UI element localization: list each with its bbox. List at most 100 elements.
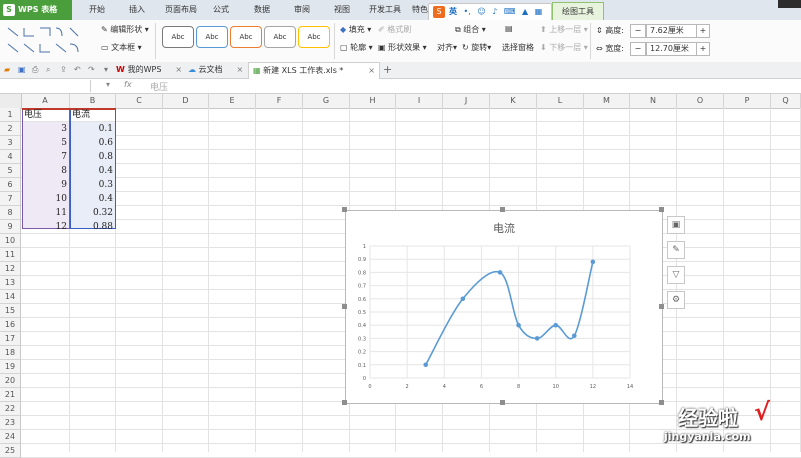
edit-shape-button[interactable]: ✎ 编辑形状 ▾	[101, 24, 149, 35]
tab-active-workbook[interactable]: ▦ 新建 XLS 工作表.xls * ×	[248, 62, 380, 79]
resize-handle[interactable]	[342, 304, 347, 309]
data-point[interactable]	[423, 362, 429, 368]
row-header-2[interactable]: 2	[0, 122, 21, 136]
resize-handle[interactable]	[659, 207, 664, 212]
resize-handle[interactable]	[659, 304, 664, 309]
undo-icon[interactable]: ↶	[74, 62, 81, 78]
column-header-l[interactable]: L	[537, 94, 584, 108]
shape-style-1[interactable]: Abc	[162, 26, 194, 48]
cell-b2[interactable]: 0.1	[70, 122, 113, 136]
data-point[interactable]	[571, 333, 577, 339]
tab-cloud-docs[interactable]: ☁ 云文档 ×	[188, 62, 243, 78]
close-icon[interactable]: ×	[175, 65, 182, 74]
redo-icon[interactable]: ↷	[88, 62, 95, 78]
column-header-k[interactable]: K	[490, 94, 537, 108]
row-header-5[interactable]: 5	[0, 164, 21, 178]
quick-access-dropdown-icon[interactable]: ▾	[104, 62, 108, 78]
row-header-10[interactable]: 10	[0, 234, 21, 248]
chart-settings-icon[interactable]: ⚙	[667, 291, 685, 309]
column-header-q[interactable]: Q	[771, 94, 801, 108]
outline-button[interactable]: ▢ 轮廓 ▾	[340, 42, 373, 53]
row-header-23[interactable]: 23	[0, 416, 21, 430]
series-line[interactable]	[425, 261, 594, 366]
new-tab-icon[interactable]: +	[383, 62, 392, 78]
data-point[interactable]	[460, 296, 466, 302]
cell-b8[interactable]: 0.32	[70, 206, 113, 220]
height-increment[interactable]: +	[696, 24, 710, 38]
keyboard-icon[interactable]: ⌨	[504, 4, 516, 20]
fx-icon[interactable]: fx	[124, 80, 132, 89]
tools-icon[interactable]: ▦	[535, 4, 543, 20]
data-point[interactable]	[534, 336, 540, 341]
resize-handle[interactable]	[500, 207, 505, 212]
row-header-8[interactable]: 8	[0, 206, 21, 220]
cell-a1[interactable]: 电压	[24, 108, 42, 122]
formula-input[interactable]: 电压	[150, 80, 168, 93]
row-header-25[interactable]: 25	[0, 444, 21, 458]
connector-shapes-gallery[interactable]	[4, 24, 90, 56]
column-header-e[interactable]: E	[209, 94, 256, 108]
menu-formula[interactable]: 公式	[213, 0, 229, 20]
data-point[interactable]	[553, 322, 559, 328]
cell-a3[interactable]: 5	[22, 136, 67, 150]
height-input[interactable]: 7.62厘米	[646, 24, 697, 38]
column-header-b[interactable]: B	[70, 94, 116, 108]
emoji-icon[interactable]: ☺	[477, 4, 485, 20]
cell-a6[interactable]: 9	[22, 178, 67, 192]
column-header-d[interactable]: D	[163, 94, 209, 108]
column-header-i[interactable]: I	[396, 94, 443, 108]
cell-a2[interactable]: 3	[22, 122, 67, 136]
tab-drawing-tools[interactable]: 绘图工具	[552, 2, 604, 21]
data-point[interactable]	[590, 259, 596, 265]
ime-toolbar[interactable]: S英 •, ☺ ♪ ⌨ ▲ ▦	[428, 3, 552, 21]
formula-dropdown-icon[interactable]: ▾	[106, 80, 110, 89]
shape-effect-button[interactable]: ▣ 形状效果 ▾	[378, 42, 427, 53]
cell-b7[interactable]: 0.4	[70, 192, 113, 206]
row-header-17[interactable]: 17	[0, 332, 21, 346]
cell-b3[interactable]: 0.6	[70, 136, 113, 150]
height-decrement[interactable]: −	[630, 24, 646, 38]
chart-filter-icon[interactable]: ▽	[667, 266, 685, 284]
row-header-15[interactable]: 15	[0, 304, 21, 318]
menu-special[interactable]: 特色	[412, 0, 428, 20]
row-header-19[interactable]: 19	[0, 360, 21, 374]
align-button[interactable]: 对齐▾	[437, 42, 457, 53]
width-decrement[interactable]: −	[630, 42, 646, 56]
column-header-a[interactable]: A	[21, 94, 70, 108]
group-button[interactable]: ⧉ 组合 ▾	[455, 24, 486, 35]
width-increment[interactable]: +	[696, 42, 710, 56]
resize-handle[interactable]	[342, 207, 347, 212]
data-point[interactable]	[497, 270, 503, 275]
column-header-o[interactable]: O	[677, 94, 724, 108]
close-icon[interactable]: ×	[237, 65, 244, 74]
send-backward-button[interactable]: ⬇ 下移一层 ▾	[540, 42, 588, 53]
row-header-4[interactable]: 4	[0, 150, 21, 164]
row-header-20[interactable]: 20	[0, 374, 21, 388]
column-header-m[interactable]: M	[584, 94, 630, 108]
chart-style-icon[interactable]: ✎	[667, 241, 685, 259]
shape-style-2[interactable]: Abc	[196, 26, 228, 48]
row-header-7[interactable]: 7	[0, 192, 21, 206]
selection-pane-icon[interactable]: ▤	[505, 24, 513, 33]
menu-data[interactable]: 数据	[254, 0, 270, 20]
skin-icon[interactable]: ▲	[522, 4, 528, 20]
mic-icon[interactable]: ♪	[492, 4, 497, 20]
app-menu-button[interactable]: S WPS 表格	[0, 0, 72, 20]
resize-handle[interactable]	[500, 400, 505, 405]
shape-style-5[interactable]: Abc	[298, 26, 330, 48]
row-header-1[interactable]: 1	[0, 108, 21, 122]
fill-button[interactable]: ◆ 填充 ▾	[340, 24, 371, 35]
cell-a5[interactable]: 8	[22, 164, 67, 178]
menu-insert[interactable]: 插入	[129, 0, 145, 20]
open-icon[interactable]: ▰	[4, 62, 10, 78]
shape-style-4[interactable]: Abc	[264, 26, 296, 48]
print-icon[interactable]: ⎙	[32, 62, 38, 78]
chart-elements-icon[interactable]: ▣	[667, 216, 685, 234]
menu-view[interactable]: 视图	[334, 0, 350, 20]
row-header-24[interactable]: 24	[0, 430, 21, 444]
menu-home[interactable]: 开始	[89, 0, 105, 20]
format-painter-button[interactable]: ✐ 格式刷	[378, 24, 411, 35]
column-header-j[interactable]: J	[443, 94, 490, 108]
cell-a4[interactable]: 7	[22, 150, 67, 164]
save-icon[interactable]: ▣	[18, 62, 26, 78]
